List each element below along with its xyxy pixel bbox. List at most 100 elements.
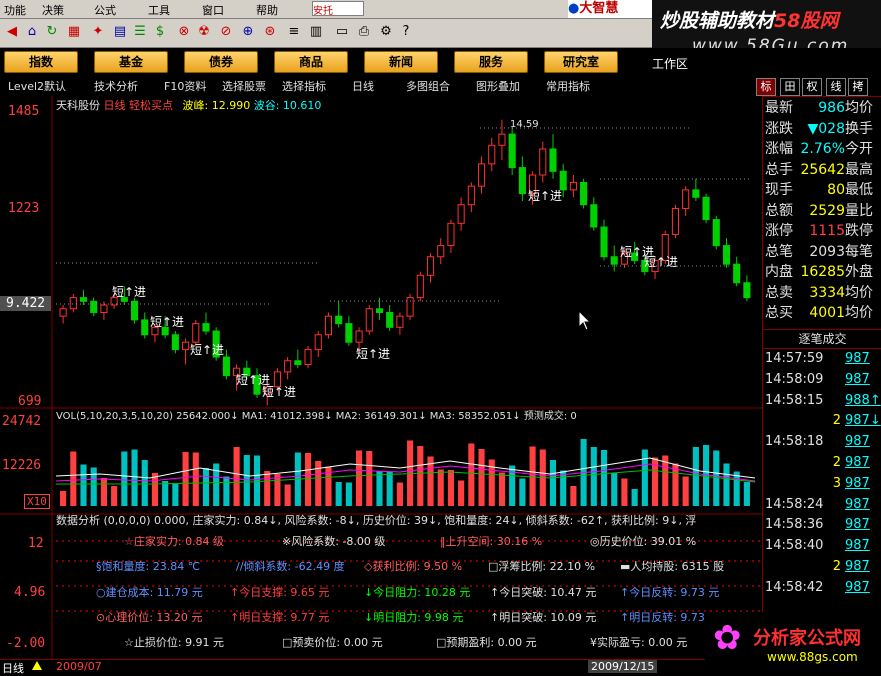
- period-menu[interactable]: 日线: [352, 78, 374, 94]
- nav-index-button[interactable]: 指数: [4, 51, 78, 73]
- trade-time: 14:58:09: [765, 371, 824, 387]
- candle-body: [569, 181, 577, 191]
- stock-icon[interactable]: ✦: [90, 24, 106, 40]
- common-indicator-menu[interactable]: 常用指标: [546, 78, 590, 94]
- print-icon[interactable]: ⎙: [356, 24, 372, 40]
- volume-bar: [111, 486, 118, 506]
- volume-bar: [437, 469, 444, 506]
- volume-bar: [100, 478, 107, 506]
- plugin-icon[interactable]: ⊘: [218, 24, 234, 40]
- filter-icon[interactable]: ⊗: [176, 24, 192, 40]
- help-icon[interactable]: ?: [398, 24, 414, 40]
- analysis-toolbar: Level2默认 技术分析 F10资料 选择股票 选择指标 日线 多图组合 图形…: [0, 76, 881, 97]
- candle-body: [294, 360, 302, 365]
- back-icon[interactable]: ◀: [4, 24, 20, 40]
- quote-label: 涨幅: [765, 141, 793, 157]
- volume-bar: [733, 471, 740, 506]
- menu-item-formula[interactable]: 公式: [94, 2, 116, 18]
- alert-icon[interactable]: ☢: [196, 24, 212, 40]
- candle-body: [90, 300, 98, 313]
- select-stock-menu[interactable]: 选择股票: [222, 78, 266, 94]
- settings-icon[interactable]: ⚙: [378, 24, 394, 40]
- period-label: 日线: [103, 99, 126, 112]
- candle-body: [457, 204, 465, 224]
- refresh-icon[interactable]: ↻: [44, 24, 60, 40]
- bottom-period[interactable]: 日线: [2, 660, 24, 676]
- menu-item-tools[interactable]: 工具: [148, 2, 170, 18]
- nav-bond-button[interactable]: 债券: [184, 51, 258, 73]
- window-icon[interactable]: ▭: [334, 24, 350, 40]
- money-icon[interactable]: $: [152, 24, 168, 40]
- trade-time: 14:57:59: [765, 351, 824, 366]
- candle-body: [171, 334, 179, 351]
- quote-value: 3334: [809, 284, 845, 301]
- candle-body: [100, 304, 108, 313]
- quote-value: 1115: [809, 223, 845, 239]
- candle-body: [314, 334, 322, 351]
- f10-menu[interactable]: F10资料: [164, 78, 206, 94]
- buy-signal-label: 短↑进: [528, 189, 562, 203]
- candle-body: [682, 189, 690, 209]
- trade-icon[interactable]: ⊛: [262, 24, 278, 40]
- volume-bar: [264, 471, 271, 506]
- select-indicator-menu[interactable]: 选择指标: [282, 78, 326, 94]
- tab-grid[interactable]: 田: [780, 78, 800, 96]
- quote-label: 最新: [765, 100, 793, 116]
- period-up-icon[interactable]: [32, 661, 42, 670]
- workspace-tab[interactable]: 工作区: [652, 55, 688, 72]
- trade-time: 14:58:15: [765, 392, 824, 408]
- trade-row: 14:58:18 987: [765, 434, 870, 454]
- technical-analysis-menu[interactable]: 技术分析: [94, 78, 138, 94]
- report-icon[interactable]: ▤: [112, 24, 128, 40]
- volume-bar: [90, 467, 97, 506]
- tab-copy[interactable]: 拷: [848, 78, 868, 96]
- quote-row: 涨跌 ▼028换手: [765, 118, 873, 138]
- nav-news-button[interactable]: 新闻: [364, 51, 438, 73]
- info-avg-holding: ▬人均持股: 6315 股: [620, 560, 725, 573]
- quote-right-label: 均价: [845, 305, 873, 321]
- volume-bar: [743, 482, 750, 506]
- trade-row: 2 987↓: [765, 413, 881, 433]
- candle-body: [733, 263, 741, 284]
- list-icon[interactable]: ≡: [286, 24, 302, 40]
- tab-weight[interactable]: 权: [802, 78, 822, 96]
- multi-chart-menu[interactable]: 多图组合: [406, 78, 450, 94]
- site-logo: ✿ 分析家公式网 www.88gs.com: [705, 612, 881, 673]
- trade-row: 14:58:15 988↑: [765, 393, 881, 413]
- menu-item-decision[interactable]: 决策: [42, 2, 64, 18]
- volume-bar: [60, 491, 67, 506]
- volume-bar: [131, 449, 138, 506]
- volume-bar: [243, 455, 250, 506]
- watermark-title: 炒股辅助教材58股网: [660, 10, 839, 32]
- nav-service-button[interactable]: 服务: [454, 51, 528, 73]
- wave-trough-label: 波谷: 10.610: [253, 99, 322, 112]
- overlay-menu[interactable]: 图形叠加: [476, 78, 520, 94]
- candle-body: [498, 133, 506, 146]
- grid-icon[interactable]: ▥: [308, 24, 324, 40]
- info-actual-pnl: ¥实际盈亏: 0.00 元: [590, 636, 688, 649]
- menu-item-window[interactable]: 窗口: [202, 2, 224, 18]
- nav-research-button[interactable]: 研究室: [544, 51, 618, 73]
- nav-fund-button[interactable]: 基金: [94, 51, 168, 73]
- trade-price: 987: [845, 434, 870, 450]
- stock-code-input[interactable]: 安托: [312, 1, 364, 17]
- trade-time: 14:58:36: [765, 517, 824, 533]
- nav-commodity-button[interactable]: 商品: [274, 51, 348, 73]
- home-icon[interactable]: ⌂: [24, 24, 40, 40]
- formula-icon[interactable]: ⊕: [240, 24, 256, 40]
- menu-item-function[interactable]: 功能: [4, 2, 26, 18]
- chart-area[interactable]: 短↑进短↑进短↑进短↑进短↑进短↑进短↑进短↑进短↑进: [0, 96, 762, 659]
- quote-row: 总买 4001均价: [765, 302, 873, 322]
- menu-item-help[interactable]: 帮助: [256, 2, 278, 18]
- trade-time: 2: [832, 559, 841, 574]
- tab-mark[interactable]: 标: [756, 78, 776, 96]
- level2-default-menu[interactable]: Level2默认: [8, 78, 66, 94]
- sort-icon[interactable]: ☰: [132, 24, 148, 40]
- trade-row: 14:58:36 987: [765, 517, 870, 537]
- volume-bar: [70, 451, 77, 506]
- candle-body: [192, 323, 200, 343]
- volume-bar: [284, 484, 291, 506]
- chart-icon[interactable]: ▦: [66, 24, 82, 40]
- quote-label: 涨停: [765, 223, 793, 239]
- tab-line[interactable]: 线: [826, 78, 846, 96]
